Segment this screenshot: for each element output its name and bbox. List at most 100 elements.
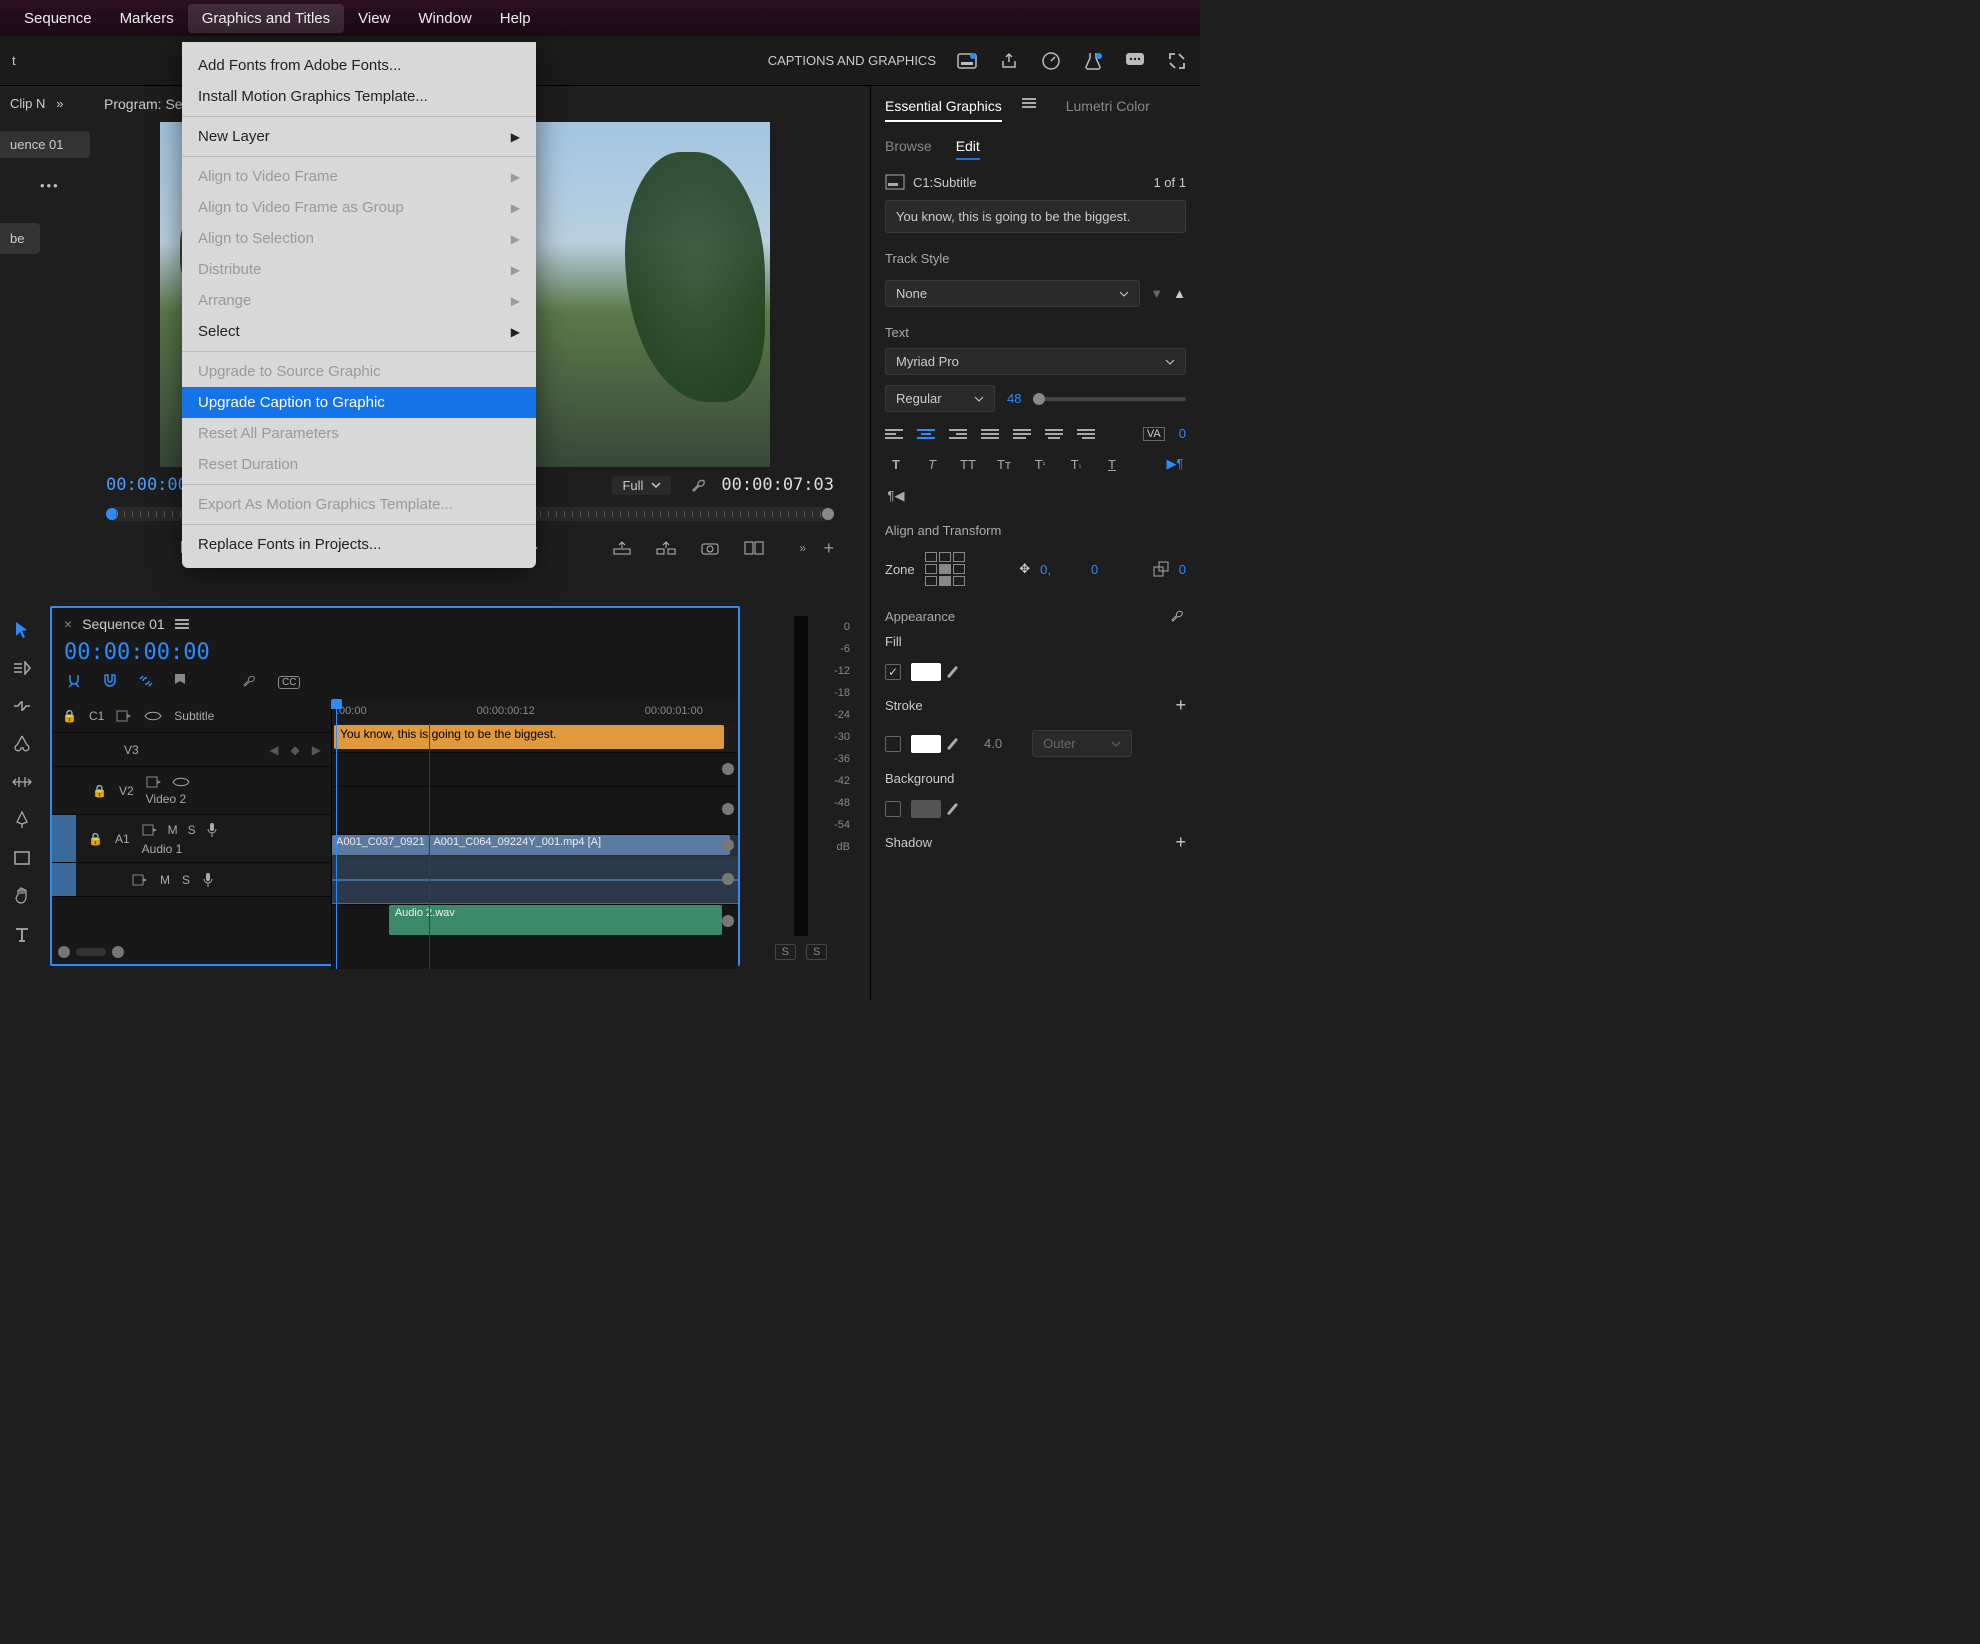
- eye-icon[interactable]: [144, 710, 162, 722]
- sequence-tab-stub[interactable]: uence 01: [0, 131, 90, 158]
- track-select-tool-icon[interactable]: [8, 654, 36, 682]
- close-tab-icon[interactable]: ×: [64, 616, 72, 632]
- zoom-handle-right[interactable]: [112, 946, 124, 958]
- menu-window[interactable]: Window: [404, 4, 485, 33]
- lock-icon[interactable]: 🔒: [92, 784, 107, 798]
- caption-text-input[interactable]: You know, this is going to be the bigges…: [885, 200, 1186, 233]
- fill-checkbox[interactable]: [885, 664, 901, 680]
- superscript-icon[interactable]: T¹: [1029, 455, 1051, 473]
- align-justify-icon[interactable]: [981, 429, 999, 439]
- menu-help[interactable]: Help: [486, 4, 545, 33]
- menu-item-replace-fonts-in-projects[interactable]: Replace Fonts in Projects...: [182, 529, 536, 560]
- stroke-width[interactable]: 4.0: [984, 736, 1002, 751]
- mic-icon[interactable]: [202, 872, 214, 888]
- align-justify-last-center-icon[interactable]: [1045, 429, 1063, 439]
- align-left-icon[interactable]: [885, 429, 903, 439]
- push-down-icon[interactable]: ▼: [1150, 286, 1163, 301]
- export-icon[interactable]: [998, 50, 1020, 72]
- keyframe-handle[interactable]: [722, 803, 734, 815]
- add-stroke-icon[interactable]: +: [1175, 695, 1186, 716]
- zoom-handle-left[interactable]: [58, 946, 70, 958]
- move-icon[interactable]: ✥: [1019, 561, 1030, 577]
- keyframe-handle[interactable]: [722, 915, 734, 927]
- font-weight-select[interactable]: Regular: [885, 385, 995, 412]
- faux-italic-icon[interactable]: T: [921, 455, 943, 473]
- lock-icon[interactable]: 🔒: [62, 709, 77, 723]
- menu-markers[interactable]: Markers: [106, 4, 188, 33]
- timeline-menu-icon[interactable]: [175, 619, 189, 629]
- wrench-icon[interactable]: [242, 673, 260, 691]
- razor-tool-icon[interactable]: [8, 730, 36, 758]
- audio-patch-a2[interactable]: [52, 863, 76, 896]
- panel-menu-icon[interactable]: [1022, 98, 1036, 122]
- lock-icon[interactable]: 🔒: [88, 832, 103, 846]
- source-patch-icon[interactable]: [146, 776, 162, 788]
- wrench-icon[interactable]: [1170, 608, 1186, 624]
- extract-icon[interactable]: [655, 537, 677, 559]
- align-justify-last-right-icon[interactable]: [1077, 429, 1095, 439]
- zone-x[interactable]: 0,: [1040, 562, 1051, 577]
- kerning-icon[interactable]: VA: [1143, 427, 1165, 441]
- video-clip-a[interactable]: A001_C037_0921: [332, 835, 429, 855]
- track-c1-label[interactable]: C1: [89, 709, 104, 723]
- menu-item-new-layer[interactable]: New Layer▶: [182, 121, 536, 152]
- background-swatch[interactable]: [911, 800, 941, 818]
- caption-clip[interactable]: You know, this is going to be the bigges…: [334, 725, 724, 749]
- magnet-icon[interactable]: [102, 673, 120, 691]
- audio-patch-a1[interactable]: [52, 815, 76, 862]
- cc-icon[interactable]: CC: [278, 676, 300, 689]
- menu-view[interactable]: View: [344, 4, 404, 33]
- kerning-value[interactable]: 0: [1179, 426, 1186, 441]
- align-right-icon[interactable]: [949, 429, 967, 439]
- smallcaps-icon[interactable]: Tᴛ: [993, 455, 1015, 473]
- source-patch-icon[interactable]: [132, 874, 148, 886]
- solo-button[interactable]: S: [182, 873, 190, 887]
- faux-bold-icon[interactable]: T: [885, 455, 907, 473]
- font-size-slider[interactable]: [1033, 397, 1186, 401]
- more-icon[interactable]: •••: [0, 158, 90, 213]
- underline-icon[interactable]: T: [1101, 455, 1123, 473]
- workspace-name[interactable]: CAPTIONS AND GRAPHICS: [768, 53, 936, 68]
- track-v3-label[interactable]: V3: [124, 743, 139, 757]
- wrench-icon[interactable]: [691, 476, 709, 494]
- chevron-right-icon[interactable]: »: [56, 96, 63, 111]
- font-size-value[interactable]: 48: [1007, 391, 1021, 406]
- background-checkbox[interactable]: [885, 801, 901, 817]
- timeline-tracks[interactable]: :00:00 00:00:00:12 00:00:01:00 You know,…: [332, 699, 738, 969]
- rtl-icon[interactable]: ¶◀: [885, 487, 907, 505]
- zoom-dropdown[interactable]: Full: [612, 476, 671, 495]
- align-justify-last-left-icon[interactable]: [1013, 429, 1031, 439]
- tab-lumetri[interactable]: Lumetri Color: [1066, 98, 1150, 122]
- more-chevron-icon[interactable]: »: [799, 541, 806, 555]
- menu-graphics-and-titles[interactable]: Graphics and Titles: [188, 4, 344, 33]
- eyedropper-icon[interactable]: [951, 802, 954, 816]
- track-style-select[interactable]: None: [885, 280, 1140, 307]
- bin-stub[interactable]: be: [0, 223, 40, 254]
- stroke-checkbox[interactable]: [885, 736, 901, 752]
- linked-selection-icon[interactable]: [138, 673, 156, 691]
- menu-item-upgrade-caption-to-graphic[interactable]: Upgrade Caption to Graphic: [182, 387, 536, 418]
- sequence-name[interactable]: Sequence 01: [82, 616, 165, 632]
- audio-clip-2[interactable]: Audio 2.wav: [389, 905, 722, 935]
- scale-icon[interactable]: [1153, 561, 1169, 577]
- gauge-icon[interactable]: [1040, 50, 1062, 72]
- chat-icon[interactable]: [1124, 50, 1146, 72]
- add-shadow-icon[interactable]: +: [1175, 832, 1186, 853]
- zone-z[interactable]: 0: [1179, 562, 1186, 577]
- keyframe-handle[interactable]: [722, 873, 734, 885]
- timeline-timecode[interactable]: 00:00:00:00: [64, 640, 210, 665]
- lift-icon[interactable]: [611, 537, 633, 559]
- slip-tool-icon[interactable]: [8, 768, 36, 796]
- snap-icon[interactable]: [66, 673, 84, 691]
- menu-sequence[interactable]: Sequence: [10, 4, 106, 33]
- mute-button[interactable]: M: [168, 823, 178, 837]
- subtab-edit[interactable]: Edit: [956, 138, 980, 160]
- align-center-icon[interactable]: [917, 429, 935, 439]
- track-v2-label[interactable]: V2: [119, 784, 134, 798]
- camera-icon[interactable]: [699, 537, 721, 559]
- stroke-position-select[interactable]: Outer: [1032, 730, 1132, 757]
- time-ruler[interactable]: :00:00 00:00:00:12 00:00:01:00: [332, 699, 738, 723]
- source-patch-icon[interactable]: [116, 710, 132, 722]
- menu-item-add-fonts-from-adobe-fonts[interactable]: Add Fonts from Adobe Fonts...: [182, 50, 536, 81]
- keyframe-handle[interactable]: [722, 839, 734, 851]
